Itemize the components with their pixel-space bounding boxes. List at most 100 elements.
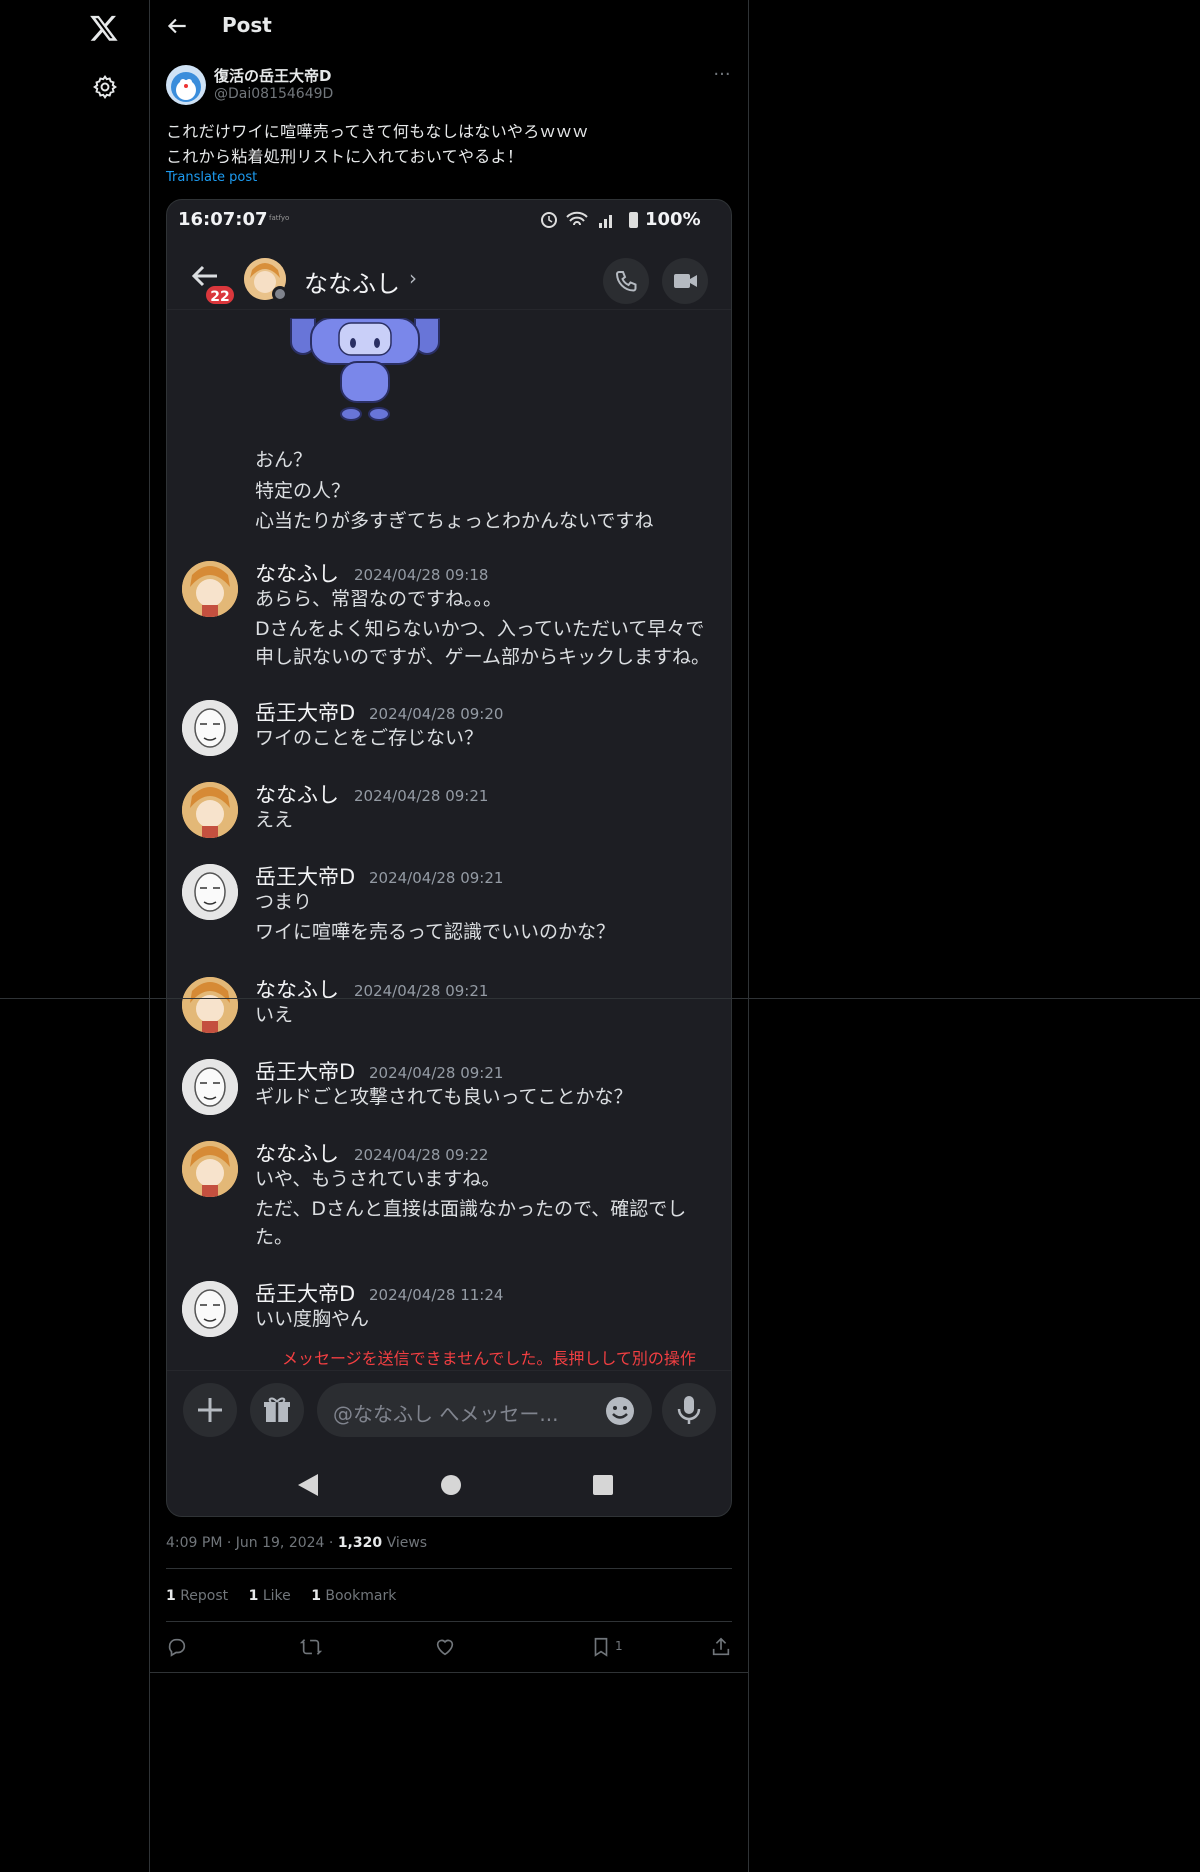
message-author[interactable]: ななふし: [255, 974, 339, 1004]
page-title: Post: [222, 13, 272, 37]
message-body: いや、もうされていますね。 ただ、Dさんと直接は面識なかったので、確認でし た。: [255, 1165, 715, 1251]
views-label: Views: [386, 1535, 428, 1551]
message-line: いえ: [255, 1004, 294, 1026]
send-error-text: メッセージを送信できませんでした。長押しして別の操作: [282, 1349, 696, 1368]
nav-home-icon: [441, 1475, 461, 1495]
message-line: ワイに喧嘩を売るって認識でいいのかな？: [255, 921, 616, 943]
message-body: つまり ワイに喧嘩を売るって認識でいいのかな？: [255, 888, 715, 946]
status-time: 16:07:07: [178, 209, 268, 230]
more-icon[interactable]: ···: [710, 64, 734, 88]
nav-back-icon: [298, 1474, 318, 1496]
share-icon[interactable]: [710, 1636, 732, 1658]
message-author[interactable]: 岳王大帝D: [255, 861, 355, 891]
status-app-icon: fatfyo: [269, 214, 290, 222]
gear-icon[interactable]: [92, 74, 118, 100]
arrow-left-icon[interactable]: [164, 13, 190, 39]
message-input-placeholder: @ななふし へメッセー...: [333, 1402, 559, 1426]
message-body: ええ: [255, 806, 715, 834]
message-author[interactable]: 岳王大帝D: [255, 1056, 355, 1086]
chevron-right-icon: ›: [409, 266, 417, 290]
reply-icon[interactable]: [166, 1636, 188, 1658]
user-avatar[interactable]: [182, 561, 238, 617]
user-avatar[interactable]: [182, 1059, 238, 1115]
message-line: Dさんをよく知らないかつ、入っていただいて早々で: [255, 618, 705, 640]
message-line: つまり: [255, 891, 313, 913]
post-meta: 4:09 PM · Jun 19, 2024 · 1,320 Views: [166, 1535, 427, 1551]
message-timestamp: 2024/04/28 09:21: [354, 787, 489, 805]
microphone-icon: [677, 1396, 701, 1424]
user-avatar[interactable]: [182, 782, 238, 838]
gift-button[interactable]: [250, 1383, 304, 1437]
views-count: 1,320: [337, 1535, 383, 1551]
reposts-stat[interactable]: 1 Repost: [166, 1588, 228, 1604]
user-avatar[interactable]: [182, 864, 238, 920]
user-avatar[interactable]: [182, 1281, 238, 1337]
add-attachment-button[interactable]: [183, 1383, 237, 1437]
chat-name[interactable]: ななふし: [304, 264, 400, 299]
message-timestamp: 2024/04/28 11:24: [369, 1286, 504, 1304]
attached-image[interactable]: 16:07:07 fatfyo 100% 22 ななふし › おん？ 特定の人？…: [166, 199, 732, 1517]
user-avatar[interactable]: [182, 1141, 238, 1197]
divider: [150, 1672, 749, 1673]
heart-icon[interactable]: [434, 1636, 456, 1658]
message-line: おん？: [255, 449, 313, 471]
message-line: あらら、常習なのですね。。。: [255, 588, 503, 610]
message-line: いや、もうされていますね。: [255, 1168, 501, 1190]
message-author[interactable]: 岳王大帝D: [255, 1278, 355, 1308]
voice-call-button[interactable]: [603, 258, 649, 304]
post-time[interactable]: 4:09 PM: [166, 1535, 222, 1551]
emoji-icon[interactable]: [604, 1395, 636, 1427]
message-line: ギルドごと攻撃されても良いってことかな？: [255, 1086, 633, 1108]
message-timestamp: 2024/04/28 09:21: [369, 869, 504, 887]
bookmark-icon[interactable]: [590, 1636, 612, 1658]
post-column: Post 復活の岳王大帝D @Dai08154649D ··· これだけワイに喧…: [150, 0, 749, 1872]
message-line: ええ: [255, 809, 294, 831]
message-line: 特定の人？: [255, 480, 351, 502]
phone-status-bar: 16:07:07 fatfyo 100%: [167, 200, 731, 240]
post-actions: 1: [166, 1636, 732, 1658]
author-avatar[interactable]: [166, 65, 206, 105]
message-body: いい度胸やん: [255, 1305, 715, 1333]
likes-stat[interactable]: 1 Like: [249, 1588, 291, 1604]
message-timestamp: 2024/04/28 09:21: [369, 1064, 504, 1082]
divider: [166, 1568, 732, 1569]
message-line: た。: [255, 1226, 294, 1248]
video-call-button[interactable]: [662, 258, 708, 304]
status-icons: [541, 211, 638, 228]
post-header: Post: [150, 0, 749, 53]
battery-level: 100%: [645, 209, 701, 230]
user-avatar[interactable]: [182, 700, 238, 756]
left-rail: [0, 0, 150, 1872]
author-handle[interactable]: @Dai08154649D: [214, 86, 333, 102]
message-line: ただ、Dさんと直接は面識なかったので、確認でし: [255, 1198, 687, 1220]
bookmarks-stat[interactable]: 1 Bookmark: [311, 1588, 396, 1604]
offline-status-dot: [272, 286, 288, 302]
message-body: いえ: [255, 1001, 715, 1029]
voice-message-button[interactable]: [662, 1383, 716, 1437]
author-name[interactable]: 復活の岳王大帝D: [214, 65, 331, 86]
post-line: これだけワイに喧嘩売ってきて何もなしはないやろｗｗｗ: [166, 122, 589, 141]
bookmark-count: 1: [615, 1639, 623, 1653]
nav-recents-icon: [593, 1475, 613, 1495]
x-logo-icon[interactable]: [89, 13, 119, 43]
separator: ·: [328, 1535, 334, 1551]
message-author[interactable]: ななふし: [255, 779, 339, 809]
message-body: ワイのことをご存じない？: [255, 724, 715, 752]
separator: ·: [226, 1535, 232, 1551]
unread-badge: 22: [204, 284, 236, 306]
message-line: 心当たりが多すぎてちょっとわかんないですね: [255, 510, 654, 532]
message-input-bar: @ななふし へメッセー...: [167, 1370, 731, 1440]
user-avatar[interactable]: [182, 977, 238, 1033]
translate-link[interactable]: Translate post: [166, 170, 257, 185]
message-author[interactable]: 岳王大帝D: [255, 697, 355, 727]
repost-icon[interactable]: [300, 1636, 322, 1658]
wumpus-sticker: [290, 318, 440, 421]
message-body: あらら、常習なのですね。。。 Dさんをよく知らないかつ、入っていただいて早々で …: [255, 585, 715, 671]
engagement-stats: 1 Repost 1 Like 1 Bookmark: [166, 1588, 412, 1604]
message-line: いい度胸やん: [255, 1308, 370, 1330]
message-timestamp: 2024/04/28 09:22: [354, 1146, 489, 1164]
message-timestamp: 2024/04/28 09:20: [369, 705, 504, 723]
post-date[interactable]: Jun 19, 2024: [236, 1535, 325, 1551]
message-author[interactable]: ななふし: [255, 558, 339, 588]
message-author[interactable]: ななふし: [255, 1138, 339, 1168]
